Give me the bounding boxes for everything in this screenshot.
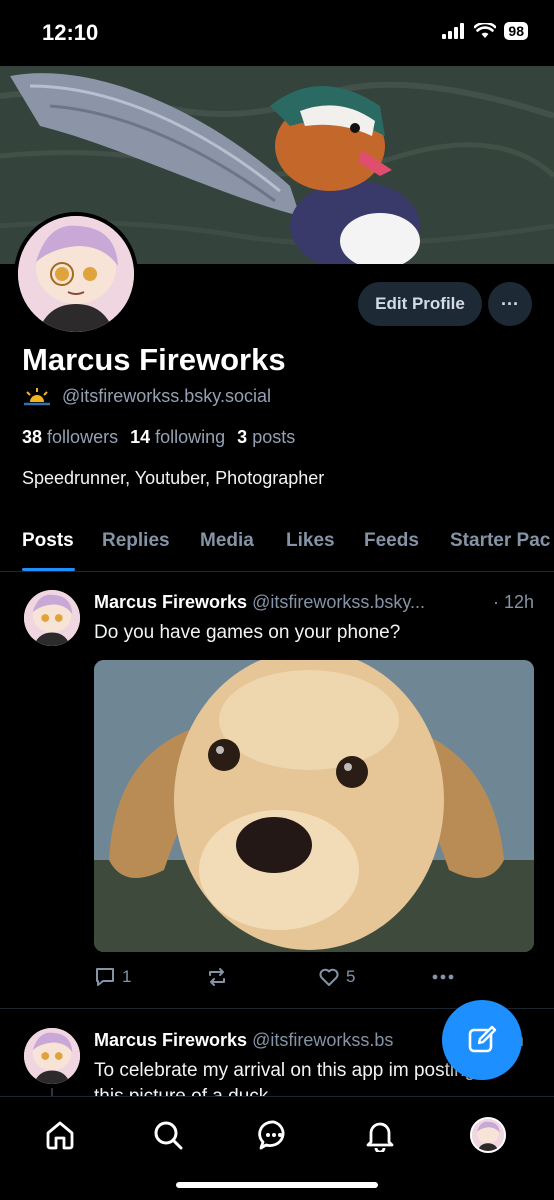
tab-starter-packs[interactable]: Starter Pac — [450, 530, 550, 552]
nav-profile[interactable] — [468, 1115, 508, 1155]
post-actions: 1 5 — [94, 964, 534, 994]
post-author-avatar[interactable] — [24, 1028, 80, 1084]
edit-profile-button[interactable]: Edit Profile — [358, 282, 482, 326]
home-indicator — [176, 1182, 378, 1188]
battery-indicator: 98 — [504, 22, 528, 40]
compose-button[interactable] — [442, 1000, 522, 1080]
like-button[interactable]: 5 — [318, 966, 355, 988]
search-icon — [154, 1121, 183, 1150]
reply-icon — [96, 968, 114, 986]
repost-icon — [209, 968, 225, 986]
profile-tabs: Posts Replies Media Likes Feeds Starter … — [0, 520, 554, 572]
post-more-button[interactable] — [430, 966, 456, 988]
nav-home[interactable] — [40, 1115, 80, 1155]
repost-button[interactable] — [206, 966, 228, 988]
heart-icon — [319, 968, 339, 986]
nav-search[interactable] — [148, 1115, 188, 1155]
post-author-avatar[interactable] — [24, 590, 80, 646]
profile-stats: 38 followers 14 following 3 posts — [22, 427, 295, 448]
reply-count: 1 — [122, 967, 132, 986]
profile-bio: Speedrunner, Youtuber, Photographer — [22, 468, 325, 488]
handle-row: @itsfireworkss.bsky.social — [22, 386, 271, 407]
tab-replies[interactable]: Replies — [102, 530, 170, 552]
following-link[interactable]: 14 following — [130, 427, 225, 448]
like-count: 5 — [346, 967, 356, 986]
posts-count: 3 posts — [237, 427, 296, 447]
post-text: Do you have games on your phone? — [94, 622, 401, 643]
profile-display-name: Marcus Fireworks — [22, 342, 286, 377]
post-author-name[interactable]: Marcus Fireworks — [94, 1030, 247, 1050]
signal-icon — [442, 23, 465, 39]
post-image[interactable] — [94, 660, 534, 952]
reply-button[interactable]: 1 — [94, 966, 131, 988]
tab-likes[interactable]: Likes — [286, 530, 335, 552]
avatar-illustration — [24, 1028, 80, 1084]
post-time: · 12h — [492, 592, 534, 612]
wifi-icon — [474, 23, 497, 38]
profile-avatar — [470, 1117, 506, 1153]
tab-posts[interactable]: Posts — [22, 530, 74, 552]
profile-handle[interactable]: @itsfireworkss.bsky.social — [62, 386, 271, 407]
more-options-button[interactable]: ··· — [488, 282, 532, 326]
post-author-handle[interactable]: @itsfireworkss.bsky... — [252, 592, 425, 612]
status-icons: 98 — [442, 22, 528, 40]
post-header: Marcus Fireworks @itsfireworkss.bsky... … — [94, 592, 534, 613]
sunrise-icon — [24, 387, 50, 405]
avatar-illustration — [472, 1119, 504, 1151]
profile-avatar[interactable] — [14, 212, 138, 336]
compose-icon — [468, 1025, 497, 1053]
avatar-illustration — [24, 590, 80, 646]
home-icon — [46, 1121, 74, 1150]
nav-notifications[interactable] — [360, 1115, 400, 1155]
post-author-name[interactable]: Marcus Fireworks — [94, 592, 247, 612]
tab-feeds[interactable]: Feeds — [364, 530, 419, 552]
status-bar: 12:10 98 — [0, 0, 554, 66]
followers-link[interactable]: 38 followers — [22, 427, 118, 448]
chat-icon — [258, 1120, 285, 1150]
bell-icon — [366, 1122, 394, 1152]
avatar-illustration — [18, 216, 134, 332]
post-text: To celebrate my arrival on this app im p… — [94, 1060, 476, 1081]
post-author-handle[interactable]: @itsfireworkss.bs — [252, 1030, 393, 1050]
tab-media[interactable]: Media — [200, 530, 254, 552]
puppy-image — [94, 660, 534, 952]
active-tab-indicator — [22, 568, 75, 571]
nav-chat[interactable] — [254, 1115, 294, 1155]
status-time: 12:10 — [42, 20, 99, 45]
ellipsis-icon — [432, 974, 454, 980]
